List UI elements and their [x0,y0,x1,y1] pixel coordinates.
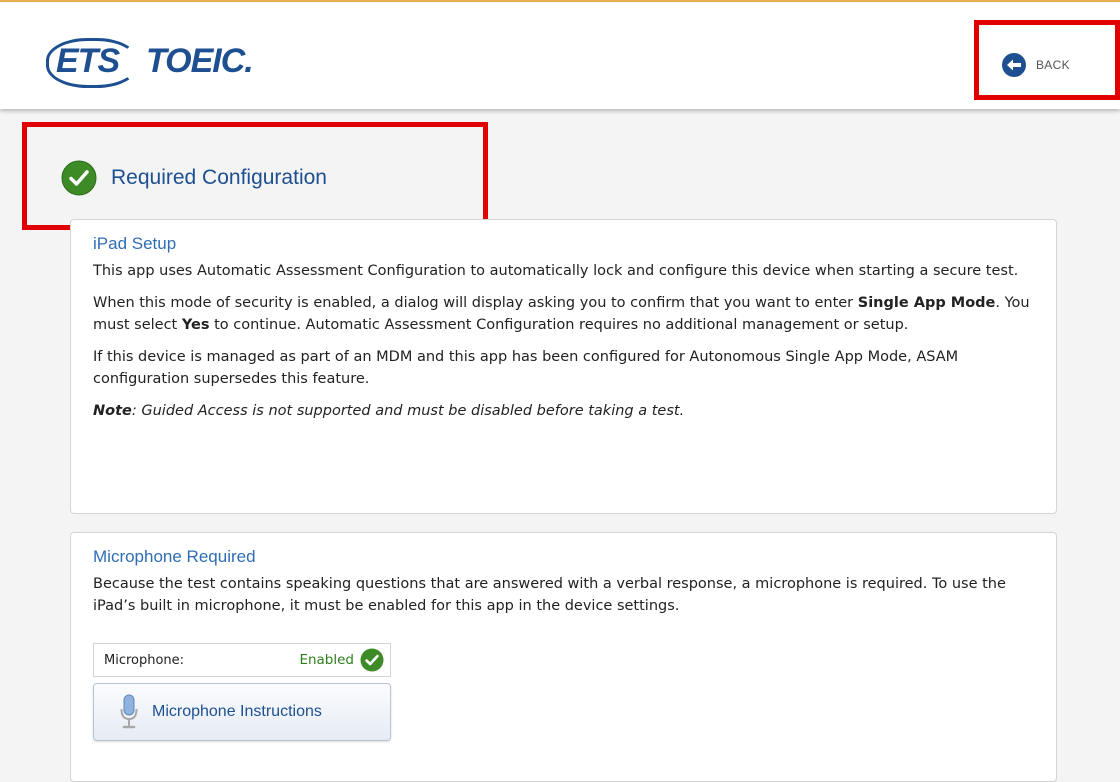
app-header: ETS TOEIC. BACK [0,2,1120,109]
highlight-box-title [22,122,488,230]
microphone-status-row: Microphone: Enabled [93,643,391,677]
ipad-setup-card: iPad Setup This app uses Automatic Asses… [70,219,1057,514]
microphone-row-label: Microphone: [104,652,185,668]
microphone-heading: Microphone Required [93,547,256,566]
ipad-setup-paragraph-2: When this mode of security is enabled, a… [93,295,1030,333]
microphone-description: Because the test contains speaking quest… [93,576,1006,614]
ipad-setup-paragraph-1: This app uses Automatic Assessment Confi… [93,263,1019,279]
microphone-icon [120,694,138,729]
microphone-card: Microphone Required Because the test con… [70,532,1057,782]
highlight-box-back [974,20,1120,100]
ipad-setup-heading: iPad Setup [93,234,177,253]
ipad-setup-paragraph-3: If this device is managed as part of an … [93,349,959,387]
ipad-setup-note: Note: Guided Access is not supported and… [93,403,685,419]
microphone-instructions-button[interactable]: Microphone Instructions [93,683,391,741]
logo-toeic: TOEIC. [146,42,254,80]
check-circle-icon [360,648,384,672]
logo-ets-ring [46,38,138,88]
microphone-status-text: Enabled [299,652,354,668]
microphone-instructions-label: Microphone Instructions [152,703,322,720]
microphone-status: Enabled [299,648,384,672]
